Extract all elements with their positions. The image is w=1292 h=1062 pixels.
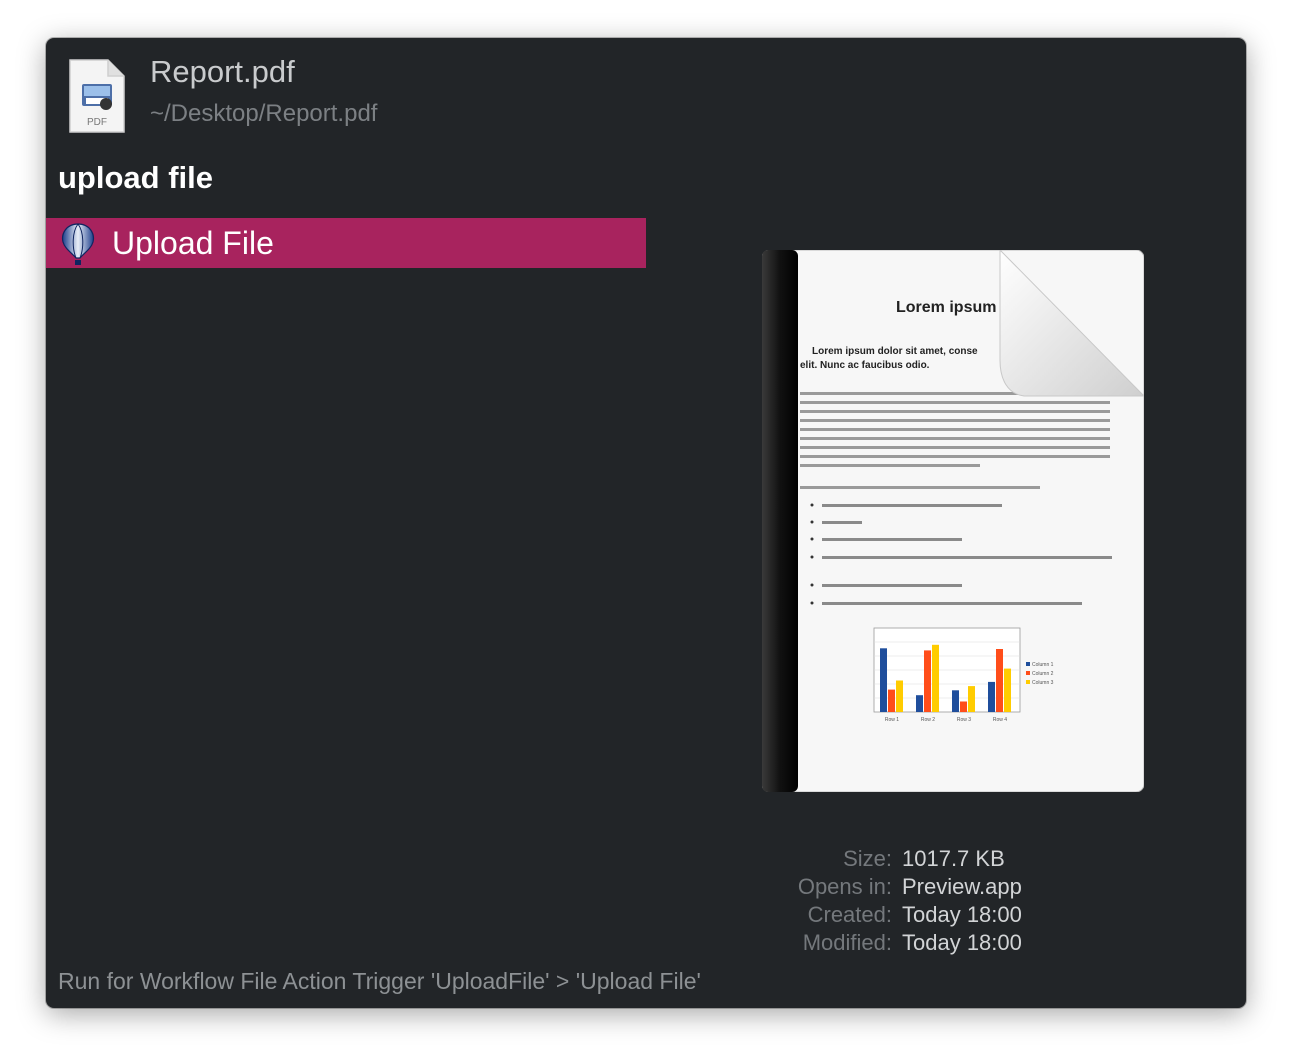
action-footer: Run for Workflow File Action Trigger 'Up… [58,968,701,994]
result-label: Upload File [112,225,274,261]
greeked-text-line [800,486,1040,489]
result-item-upload-file[interactable]: Upload File [46,218,646,268]
meta-opens-value: Preview.app [902,874,1022,899]
chart-legend-swatch [1026,680,1030,684]
greeked-text-line [800,428,1110,431]
pdf-file-icon: PDF [69,59,125,133]
search-query[interactable]: upload file [58,160,213,196]
bullet-dot [810,503,814,507]
greeked-text-line [800,419,1110,422]
bullet-text-line [822,556,1112,559]
preview-doc-title: Lorem ipsum [896,299,996,316]
chart-bar [896,680,903,712]
bullet-dot [810,583,814,587]
document-preview-image: Lorem ipsum Lorem ipsum dolor sit amet, … [762,250,1144,792]
chart-legend-label: Column 3 [1032,680,1054,686]
greeked-text-line [800,410,1110,413]
meta-modified-label: Modified: [802,930,892,955]
bullet-dot [810,601,814,605]
bullet-dot [810,537,814,541]
bullet-dot [810,555,814,559]
meta-size-label: Size: [843,846,892,871]
preview-doc-subtitle-2: elit. Nunc ac faucibus odio. [800,360,930,371]
meta-created-label: Created: [807,902,892,927]
chart-category-label: Row 1 [885,717,899,723]
meta-created-value: Today 18:00 [902,902,1022,927]
chart-bar [888,689,895,712]
chart-bar [916,695,923,712]
greeked-text-line [800,446,1110,449]
chart-bar [932,644,939,712]
chart-category-label: Row 4 [993,717,1007,723]
chart-bar [988,681,995,712]
chart-bar [1004,668,1011,712]
chart-legend-label: Column 2 [1032,671,1054,677]
meta-opens-label: Opens in: [797,874,892,899]
alfred-window: PDF Report.pdf ~/Desktop/Report.pdf uplo… [46,38,1246,1008]
chart-bar [880,648,887,712]
preview-doc-subtitle-1: Lorem ipsum dolor sit amet, conse [812,346,978,357]
meta-created-row: Created: Today 18:00 [686,902,1106,930]
meta-size-row: Size: 1017.7 KB [686,846,1106,874]
file-metadata: Size: 1017.7 KB Opens in: Preview.app Cr… [686,846,1106,958]
chart-category-label: Row 2 [921,717,935,723]
file-path: ~/Desktop/Report.pdf [150,100,378,127]
chart-category-label: Row 3 [957,717,971,723]
chart-bar [952,690,959,712]
bullet-text-line [822,584,962,587]
chart-bar [968,686,975,712]
chart-bar [960,701,967,712]
meta-size-value: 1017.7 KB [902,846,1005,871]
greeked-text-line [800,401,1110,404]
svg-text:Lorem ipsum: Lorem ipsum [896,299,996,316]
greeked-text-line [800,437,1110,440]
bullet-dot [810,520,814,524]
balloon-icon [61,223,95,265]
bullet-text-line [822,521,862,524]
greeked-text-line [800,455,1110,458]
file-name: Report.pdf [150,54,295,89]
meta-modified-row: Modified: Today 18:00 [686,930,1106,958]
chart-legend-swatch [1026,671,1030,675]
chart-bar [996,649,1003,712]
bullet-text-line [822,538,962,541]
chart-legend-swatch [1026,662,1030,666]
chart-legend-label: Column 1 [1032,662,1054,668]
bullet-text-line [822,504,1002,507]
chart-bar [924,650,931,712]
bullet-text-line [822,602,1082,605]
pdf-icon-label: PDF [87,117,107,128]
meta-modified-value: Today 18:00 [902,930,1022,955]
greeked-text-line [800,464,980,467]
meta-opens-row: Opens in: Preview.app [686,874,1106,902]
